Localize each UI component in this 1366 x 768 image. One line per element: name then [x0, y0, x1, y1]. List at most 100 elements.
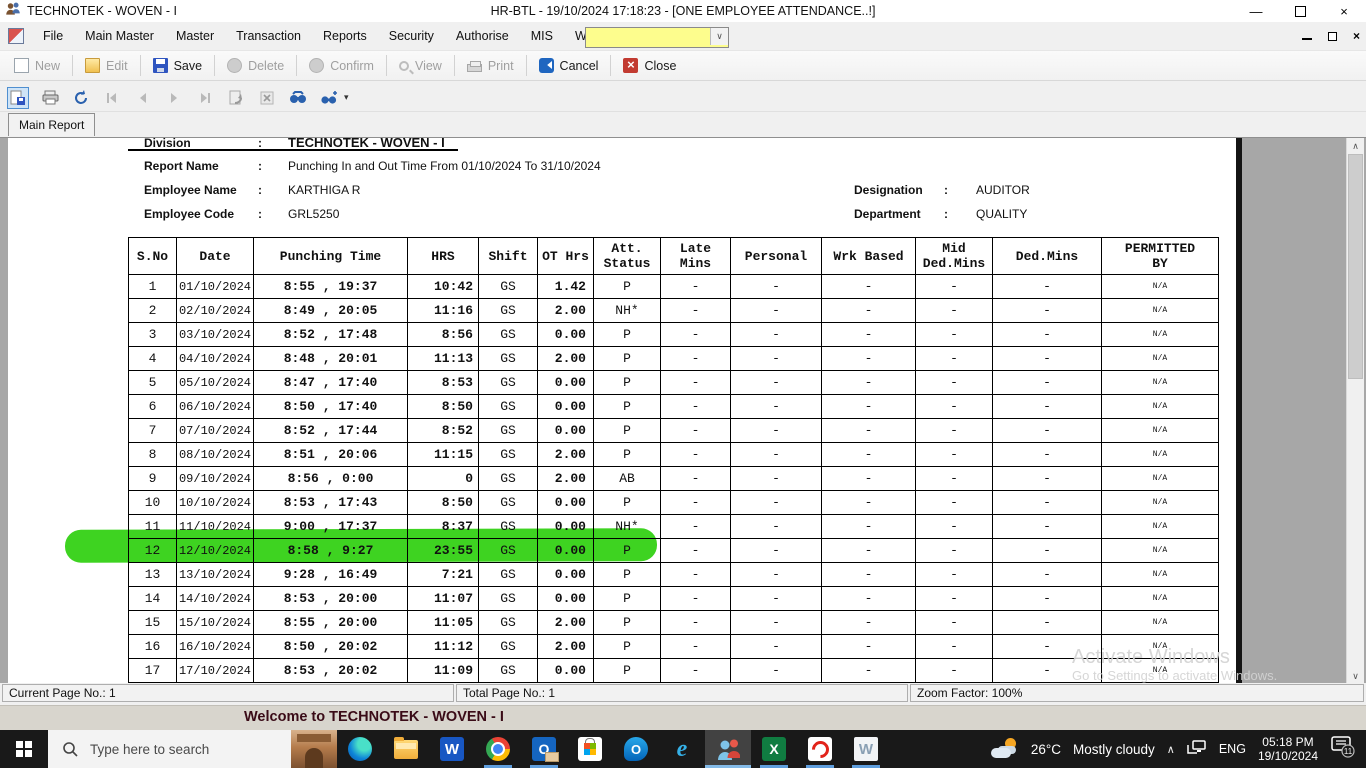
- internet-explorer-icon: [670, 737, 694, 761]
- quick-search-combobox[interactable]: ∨: [585, 27, 729, 48]
- word-icon: [440, 737, 464, 761]
- taskbar-app-acrobat[interactable]: [797, 730, 843, 768]
- table-cell: -: [916, 395, 993, 419]
- new-button[interactable]: New: [4, 54, 70, 77]
- zoom-dropdown-caret-icon[interactable]: ▾: [344, 92, 349, 103]
- acrobat-icon: [808, 737, 832, 761]
- menu-item-main-master[interactable]: Main Master: [74, 29, 165, 43]
- taskbar-app-outlook-classic[interactable]: [521, 730, 567, 768]
- table-cell: 8:49 , 20:05: [254, 299, 408, 323]
- table-cell: N/A: [1102, 587, 1219, 611]
- scrollbar-thumb[interactable]: [1348, 154, 1363, 379]
- view-button[interactable]: View: [389, 55, 452, 77]
- taskbar-app-hr-people-app[interactable]: [705, 730, 751, 768]
- export-icon[interactable]: [7, 87, 29, 109]
- report-vertical-scrollbar[interactable]: ∧ ∨: [1346, 138, 1364, 684]
- table-cell: -: [731, 491, 822, 515]
- menu-item-reports[interactable]: Reports: [312, 29, 378, 43]
- table-cell: GS: [479, 371, 538, 395]
- search-rewards-image[interactable]: [291, 730, 337, 768]
- weather-temp[interactable]: 26°C: [1031, 742, 1061, 757]
- column-header: S.No: [129, 238, 177, 275]
- table-cell: -: [916, 611, 993, 635]
- field-label: Department: [854, 207, 944, 221]
- table-cell: 11:15: [408, 443, 479, 467]
- menu-item-authorise[interactable]: Authorise: [445, 29, 520, 43]
- quick-search-value[interactable]: [586, 28, 710, 47]
- table-cell: N/A: [1102, 371, 1219, 395]
- weather-condition[interactable]: Mostly cloudy: [1073, 742, 1155, 757]
- menu-item-mis[interactable]: MIS: [520, 29, 564, 43]
- column-header: HRS: [408, 238, 479, 275]
- mdi-minimize-button[interactable]: [1302, 32, 1312, 40]
- delete-button[interactable]: Delete: [217, 54, 294, 77]
- table-cell: -: [916, 275, 993, 299]
- taskbar-app-word[interactable]: [429, 730, 475, 768]
- edit-button[interactable]: Edit: [75, 54, 138, 77]
- last-page-icon[interactable]: [195, 88, 215, 108]
- toolbar-separator: [526, 55, 527, 76]
- taskbar-app-edge[interactable]: [337, 730, 383, 768]
- chevron-down-icon[interactable]: ∨: [710, 28, 728, 45]
- print-button[interactable]: Print: [457, 55, 524, 77]
- scroll-down-icon[interactable]: ∨: [1347, 668, 1364, 684]
- clock[interactable]: 05:18 PM 19/10/2024: [1258, 735, 1318, 763]
- close-icon: [623, 58, 638, 73]
- menu-item-master[interactable]: Master: [165, 29, 225, 43]
- save-button[interactable]: Save: [143, 54, 213, 77]
- print-icon[interactable]: [40, 88, 60, 108]
- notification-center-icon[interactable]: 11: [1330, 735, 1356, 764]
- refresh-icon[interactable]: [71, 88, 91, 108]
- table-cell: 1: [129, 275, 177, 299]
- confirm-button[interactable]: Confirm: [299, 54, 384, 77]
- table-cell: N/A: [1102, 611, 1219, 635]
- find-icon[interactable]: [288, 88, 308, 108]
- taskbar-search[interactable]: [48, 730, 337, 768]
- goto-page-icon[interactable]: [226, 88, 246, 108]
- new-icon: [14, 58, 29, 73]
- start-button[interactable]: [0, 730, 48, 768]
- language-indicator[interactable]: ENG: [1219, 742, 1246, 756]
- taskbar-app-woven-app[interactable]: [843, 730, 889, 768]
- tab-main-report[interactable]: Main Report: [8, 113, 95, 136]
- table-cell: -: [731, 419, 822, 443]
- next-page-icon[interactable]: [164, 88, 184, 108]
- table-cell: -: [916, 563, 993, 587]
- table-cell: -: [822, 467, 916, 491]
- svg-text:11: 11: [1344, 747, 1353, 756]
- toolbar-button-label: Confirm: [330, 59, 374, 73]
- weather-icon[interactable]: [991, 738, 1019, 760]
- close-button[interactable]: Close: [613, 54, 686, 77]
- first-page-icon[interactable]: [102, 88, 122, 108]
- tray-chevron-up-icon[interactable]: ∧: [1167, 743, 1175, 756]
- mdi-restore-button[interactable]: [1328, 32, 1337, 41]
- minimize-button[interactable]: —: [1234, 0, 1278, 22]
- table-cell: -: [916, 587, 993, 611]
- taskbar-app-excel[interactable]: [751, 730, 797, 768]
- close-button[interactable]: ×: [1322, 0, 1366, 22]
- taskbar-app-outlook-new[interactable]: [613, 730, 659, 768]
- scroll-up-icon[interactable]: ∧: [1347, 138, 1364, 154]
- taskbar-app-chrome[interactable]: [475, 730, 521, 768]
- taskbar-app-internet-explorer[interactable]: [659, 730, 705, 768]
- table-cell: 8:53 , 20:02: [254, 659, 408, 683]
- mdi-close-button[interactable]: ×: [1353, 29, 1360, 43]
- window-subtitle: HR-BTL - 19/10/2024 17:18:23 - [ONE EMPL…: [0, 4, 1366, 18]
- network-icon[interactable]: [1187, 739, 1207, 760]
- taskbar-app-file-explorer[interactable]: [383, 730, 429, 768]
- table-cell: 2.00: [538, 611, 594, 635]
- cancel-report-icon[interactable]: [257, 88, 277, 108]
- cancel-button[interactable]: Cancel: [529, 54, 609, 77]
- table-cell: GS: [479, 515, 538, 539]
- table-cell: -: [822, 323, 916, 347]
- taskbar-app-microsoft-store[interactable]: [567, 730, 613, 768]
- restore-button[interactable]: [1278, 0, 1322, 22]
- table-cell: N/A: [1102, 539, 1219, 563]
- field-label: Designation: [854, 183, 944, 197]
- menu-item-transaction[interactable]: Transaction: [225, 29, 312, 43]
- menu-item-file[interactable]: File: [32, 29, 74, 43]
- menu-item-security[interactable]: Security: [378, 29, 445, 43]
- prev-page-icon[interactable]: [133, 88, 153, 108]
- zoom-icon[interactable]: [319, 88, 339, 108]
- search-input[interactable]: [88, 741, 262, 758]
